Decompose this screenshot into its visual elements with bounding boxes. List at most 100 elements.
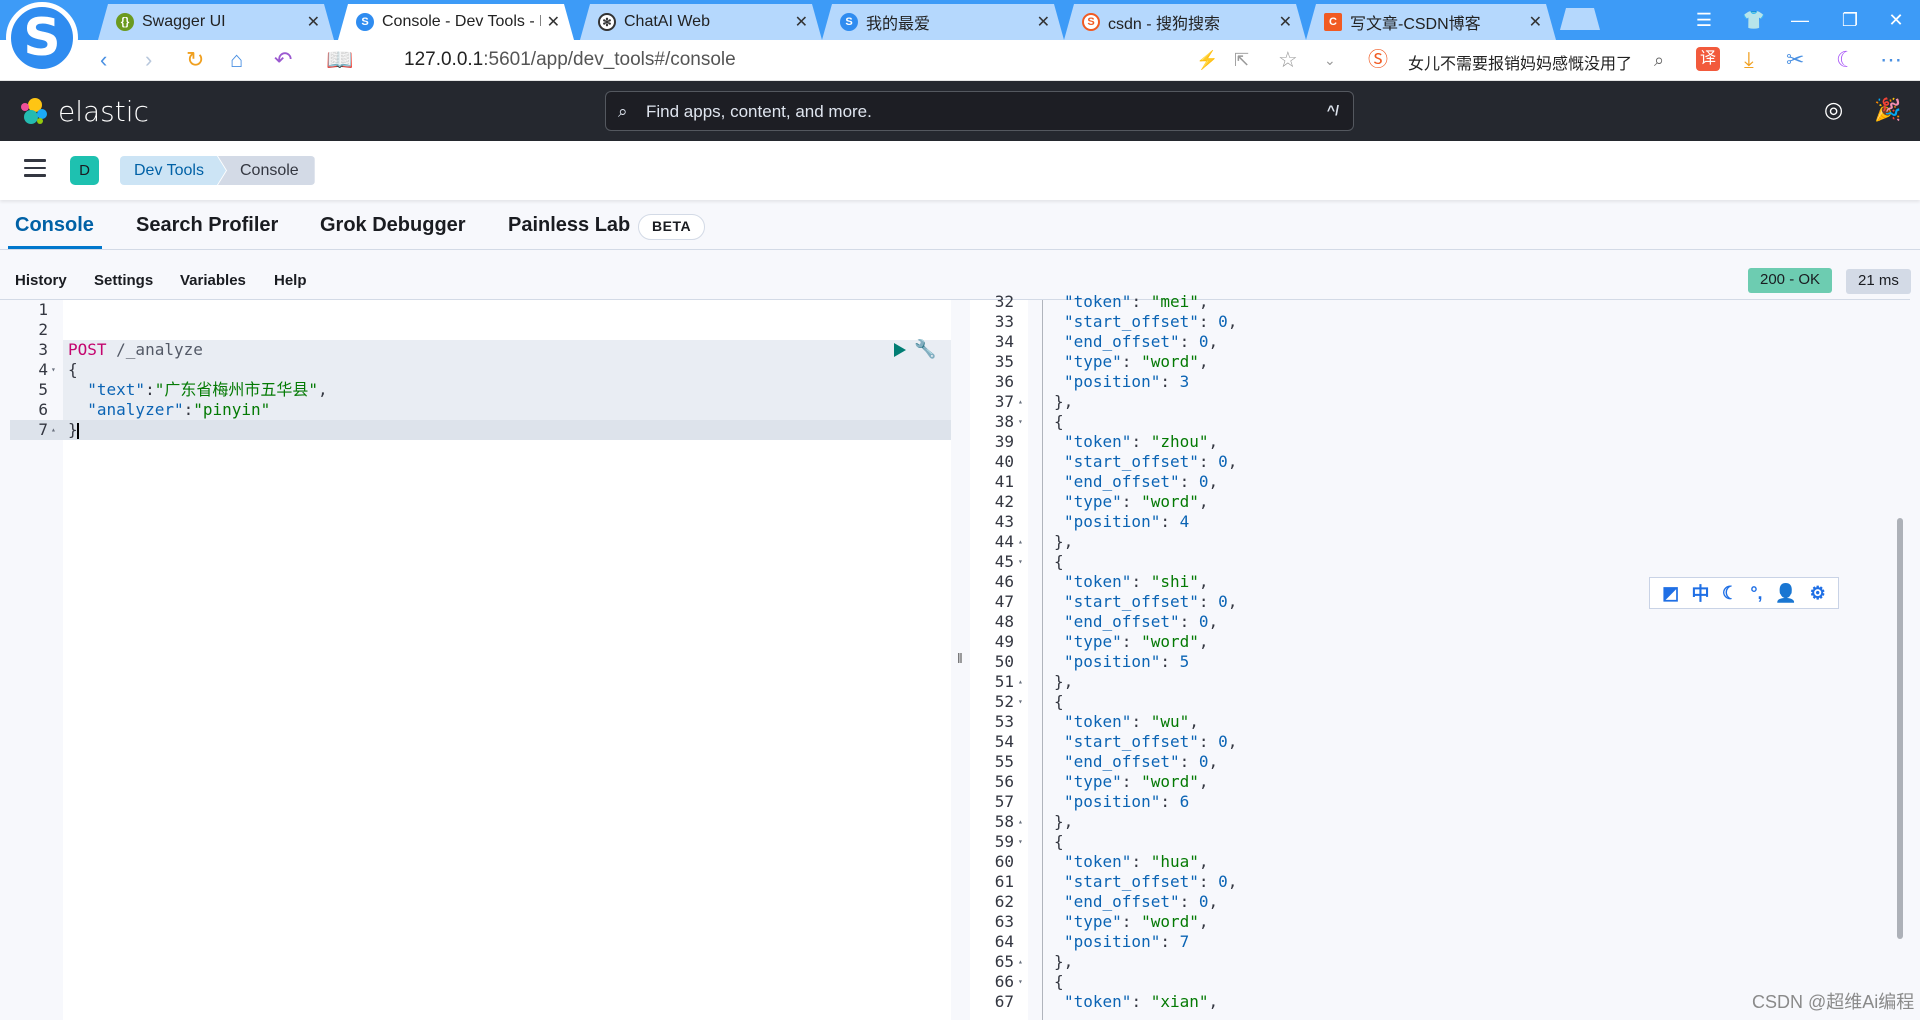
response-scrollbar[interactable] xyxy=(1897,518,1903,939)
token-punct: , xyxy=(1227,732,1238,751)
response-viewer[interactable]: 32 "token": "mei", 33 "start_offset": 0, 34 "… xyxy=(970,292,1920,1020)
ime-punctuation-icon[interactable]: °, xyxy=(1750,583,1762,604)
line-number: 46 xyxy=(994,572,1014,591)
close-tab-icon[interactable]: ✕ xyxy=(1529,12,1542,32)
token-punct: : xyxy=(1160,652,1180,671)
close-tab-icon[interactable]: ✕ xyxy=(307,12,320,32)
token-key: "type" xyxy=(1064,352,1122,371)
tab-painless-lab[interactable]: Painless Lab xyxy=(508,214,630,237)
resize-grip-icon[interactable]: ‖ xyxy=(957,650,963,666)
sogou-search-icon[interactable]: Ⓢ xyxy=(1368,48,1388,72)
elastic-logo-icon[interactable] xyxy=(20,97,48,125)
download-icon[interactable]: ⤓ xyxy=(1744,48,1754,72)
breadcrumb-dev-tools[interactable]: Dev Tools xyxy=(120,156,226,185)
minimize-icon[interactable]: — xyxy=(1776,0,1824,40)
back-icon[interactable]: ‹ xyxy=(100,48,107,72)
token-key: "end_offset" xyxy=(1064,612,1180,631)
reader-icon[interactable]: 📖 xyxy=(326,48,353,72)
undo-close-icon[interactable]: ↶ xyxy=(274,48,292,72)
line-number: 58 xyxy=(994,812,1014,831)
wrench-actions-icon[interactable]: 🔧 xyxy=(914,339,936,360)
new-tab-button[interactable] xyxy=(1560,8,1600,30)
more-icon[interactable]: ⋯ xyxy=(1880,48,1902,72)
fold-toggle-icon[interactable]: ▾ xyxy=(1018,412,1023,432)
restore-icon[interactable]: ❐ xyxy=(1826,0,1874,40)
home-icon[interactable]: ⌂ xyxy=(230,48,243,72)
sogou-browser-logo[interactable]: S xyxy=(6,2,78,74)
browser-tab-csdn-search[interactable]: S csdn - 搜狗搜索 ✕ xyxy=(1064,4,1306,40)
code-text: "type": "word", xyxy=(1044,772,1209,792)
request-editor[interactable]: 1 2 3 POST /_analyze 4 ▾ {5 "text":"广东省梅州市五华县"… xyxy=(10,300,951,1020)
share-icon[interactable]: ⇱ xyxy=(1234,48,1249,72)
send-request-play-icon[interactable] xyxy=(894,343,906,357)
line-number: 59 xyxy=(994,832,1014,851)
unfold-toggle-icon[interactable]: ▴ xyxy=(1018,672,1023,692)
line-number: 63 xyxy=(994,912,1014,931)
browser-tab-favorites[interactable]: S 我的最爱 ✕ xyxy=(822,4,1064,40)
help-lifebuoy-icon[interactable]: ◎ xyxy=(1824,97,1843,123)
skin-icon[interactable]: 👕 xyxy=(1730,0,1778,40)
ime-keyboard-icon[interactable]: ◩ xyxy=(1662,583,1679,604)
token-key: "token" xyxy=(1064,432,1132,451)
token-punct: : xyxy=(1179,752,1199,771)
ime-halfwidth-moon-icon[interactable]: ☾ xyxy=(1722,583,1738,604)
elastic-brand[interactable]: elastic xyxy=(58,95,149,128)
browser-tab-swagger[interactable]: {} Swagger UI ✕ xyxy=(98,4,334,40)
browser-menu-icon[interactable]: ☰ xyxy=(1680,0,1728,40)
browser-tab-csdn-write[interactable]: C 写文章-CSDN博客 ✕ xyxy=(1306,4,1556,40)
close-tab-icon[interactable]: ✕ xyxy=(1037,12,1050,32)
chevron-down-icon[interactable]: ⌄ xyxy=(1324,48,1336,72)
fold-toggle-icon[interactable]: ▾ xyxy=(1018,832,1023,852)
browser-tab-chatai[interactable]: ✻ ChatAI Web ✕ xyxy=(580,4,822,40)
space-avatar[interactable]: D xyxy=(70,156,99,185)
global-search-input[interactable]: ⌕ Find apps, content, and more. ^/ xyxy=(605,91,1354,131)
tab-console[interactable]: Console xyxy=(15,214,94,237)
close-window-icon[interactable]: ✕ xyxy=(1872,0,1920,40)
close-tab-icon[interactable]: ✕ xyxy=(547,12,560,32)
screenshot-scissors-icon[interactable]: ✂ xyxy=(1786,48,1804,72)
fold-toggle-icon[interactable]: ▾ xyxy=(1018,552,1023,572)
news-party-icon[interactable]: 🎉 xyxy=(1874,97,1901,123)
help-link[interactable]: Help xyxy=(274,272,307,289)
reload-icon[interactable]: ↻ xyxy=(186,48,204,72)
unfold-toggle-icon[interactable]: ▴ xyxy=(1018,952,1023,972)
code-text: { xyxy=(1044,552,1064,572)
address-bar[interactable]: 127.0.0.1:5601/app/dev_tools#/console xyxy=(404,49,736,71)
close-tab-icon[interactable]: ✕ xyxy=(1279,12,1292,32)
translate-icon[interactable]: 译 xyxy=(1696,47,1720,71)
code-text: "start_offset": 0, xyxy=(1044,312,1237,332)
token-num-v: 3 xyxy=(1179,372,1190,391)
fold-toggle-icon[interactable]: ▾ xyxy=(1018,692,1023,712)
browser-tab-console[interactable]: S Console - Dev Tools - Elastic ✕ xyxy=(338,4,574,40)
close-tab-icon[interactable]: ✕ xyxy=(795,12,808,32)
menu-hamburger-icon[interactable] xyxy=(24,159,46,177)
settings-link[interactable]: Settings xyxy=(94,272,153,289)
history-link[interactable]: History xyxy=(15,272,67,289)
bookmark-star-icon[interactable]: ☆ xyxy=(1278,48,1298,72)
search-icon[interactable]: ⌕ xyxy=(1654,48,1664,72)
fold-toggle-icon[interactable]: ▾ xyxy=(51,360,56,380)
pane-resize-handle[interactable]: ‖ xyxy=(951,300,970,1020)
token-num-v: 0 xyxy=(1198,332,1209,351)
lightning-icon[interactable]: ⚡ xyxy=(1196,48,1218,72)
code-text: "start_offset": 0, xyxy=(1044,872,1237,892)
night-mode-icon[interactable]: ☾ xyxy=(1836,48,1856,72)
tab-grok-debugger[interactable]: Grok Debugger xyxy=(320,214,466,237)
news-ticker[interactable]: 女儿不需要报销妈妈感慨没用了 xyxy=(1408,50,1632,74)
variables-link[interactable]: Variables xyxy=(180,272,246,289)
unfold-toggle-icon[interactable]: ▴ xyxy=(1018,532,1023,552)
tab-search-profiler[interactable]: Search Profiler xyxy=(136,214,278,237)
unfold-toggle-icon[interactable]: ▴ xyxy=(51,420,56,440)
token-punct: , xyxy=(1208,612,1219,631)
token-punct: : xyxy=(1198,452,1219,471)
ime-settings-gear-icon[interactable]: ⚙ xyxy=(1810,583,1826,604)
ime-chinese-mode-icon[interactable]: 中 xyxy=(1692,580,1710,606)
forward-icon[interactable]: › xyxy=(145,48,152,72)
unfold-toggle-icon[interactable]: ▴ xyxy=(1018,392,1023,412)
ime-user-icon[interactable]: 👤 xyxy=(1775,583,1797,604)
fold-toggle-icon[interactable]: ▾ xyxy=(1018,972,1023,992)
code-line: 61 "start_offset": 0, xyxy=(970,872,1920,892)
token-punct: : xyxy=(1131,712,1151,731)
code-text: "position": 5 xyxy=(1044,652,1189,672)
unfold-toggle-icon[interactable]: ▴ xyxy=(1018,812,1023,832)
